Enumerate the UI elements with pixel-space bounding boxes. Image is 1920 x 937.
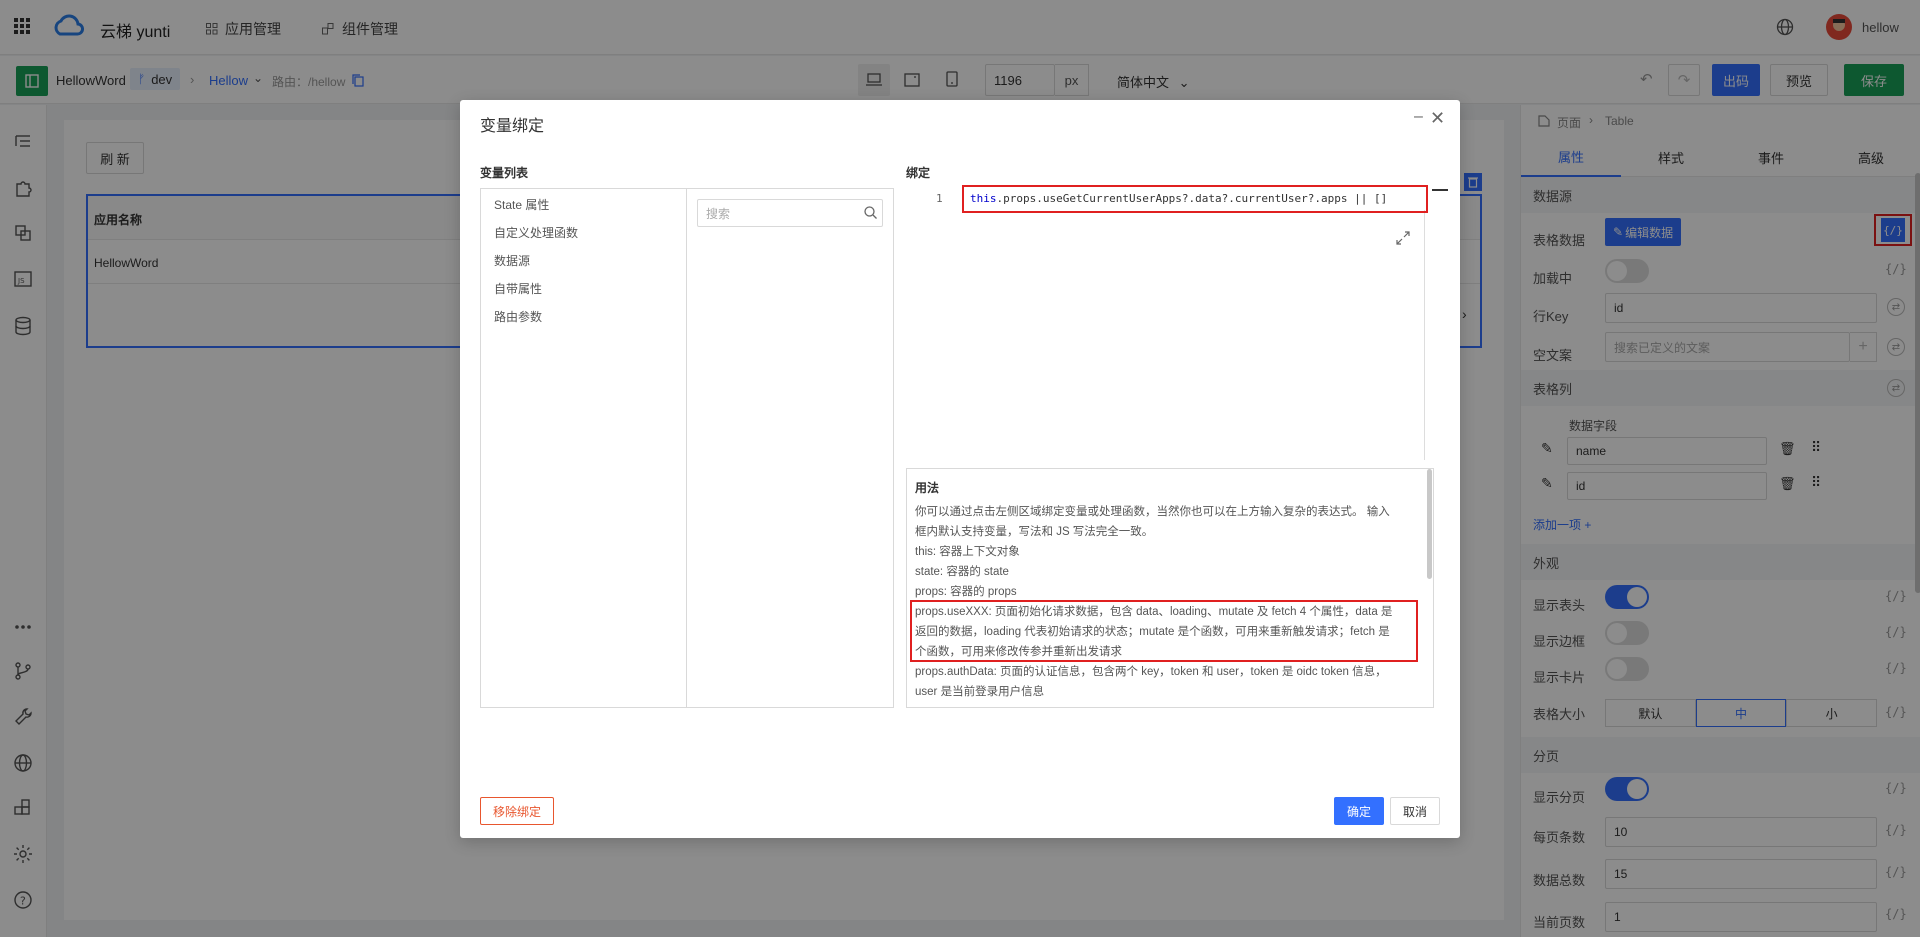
variable-list-title: 变量列表 <box>480 166 529 180</box>
usage-highlight-box <box>910 600 1418 662</box>
confirm-button[interactable]: 确定 <box>1334 797 1384 825</box>
usage-line: this: 容器上下文对象 <box>915 546 1020 558</box>
usage-line: user 是当前登录用户信息 <box>915 686 1045 698</box>
expand-icon[interactable] <box>1396 230 1410 245</box>
usage-line: state: 容器的 state <box>915 566 1009 578</box>
usage-title: 用法 <box>915 481 940 495</box>
remove-binding-button[interactable]: 移除绑定 <box>480 797 554 825</box>
var-item-functions[interactable]: 自定义处理函数 <box>494 224 578 241</box>
editor-border <box>1424 210 1425 460</box>
dialog-title: 变量绑定 <box>480 118 545 135</box>
variable-list-panel: State 属性 自定义处理函数 数据源 自带属性 路由参数 搜索 <box>480 188 894 708</box>
code-editor[interactable]: 1 this.props.useGetCurrentUserApps?.data… <box>906 188 1434 468</box>
close-icon[interactable]: ✕ <box>1430 108 1445 129</box>
binding-title: 绑定 <box>906 166 931 180</box>
code-highlight-box <box>962 185 1428 213</box>
search-icon[interactable] <box>864 205 877 220</box>
var-item-datasource[interactable]: 数据源 <box>494 252 530 269</box>
var-item-props[interactable]: 自带属性 <box>494 280 542 297</box>
usage-help-panel: 用法 你可以通过点击左侧区域绑定变量或处理函数，当然你也可以在上方输入复杂的表达… <box>906 468 1434 708</box>
cancel-button[interactable]: 取消 <box>1390 797 1440 825</box>
variable-binding-dialog: 变量绑定 – ✕ 变量列表 State 属性 自定义处理函数 数据源 自带属性 … <box>460 100 1460 838</box>
minimize-icon[interactable]: – <box>1414 108 1423 126</box>
editor-edge-mark <box>1432 189 1448 191</box>
usage-line: props: 容器的 props <box>915 586 1017 598</box>
usage-scrollbar[interactable] <box>1427 469 1432 579</box>
usage-line: props.authData: 页面的认证信息，包含两个 key，token 和… <box>915 666 1387 678</box>
var-item-state[interactable]: State 属性 <box>494 196 549 213</box>
usage-line: 框内默认支持变量，写法和 JS 写法完全一致。 <box>915 526 1154 538</box>
usage-line: 你可以通过点击左侧区域绑定变量或处理函数，当然你也可以在上方输入复杂的表达式。 … <box>915 506 1390 518</box>
var-item-route-params[interactable]: 路由参数 <box>494 308 542 325</box>
variable-search-input[interactable]: 搜索 <box>697 199 883 227</box>
line-number: 1 <box>936 192 943 205</box>
variable-category-list: State 属性 自定义处理函数 数据源 自带属性 路由参数 <box>481 189 687 707</box>
